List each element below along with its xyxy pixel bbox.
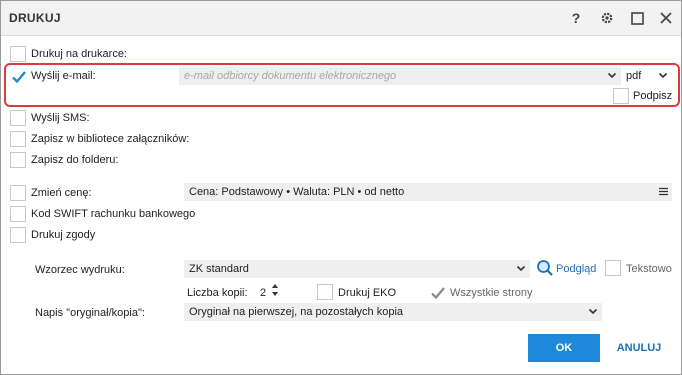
send-email-label: Wyślij e-mail: [31, 70, 96, 82]
print-dialog: DRUKUJ ? Drukuj na drukarce: Wyślij e-ma… [0, 0, 682, 375]
sign-label: Podpisz [633, 90, 673, 102]
send-sms-label: Wyślij SMS: [31, 112, 90, 124]
save-attachments-label: Zapisz w bibliotece załączników: [31, 133, 190, 145]
change-price-label: Zmień cenę: [31, 187, 92, 199]
print-consents-label: Drukuj zgody [31, 229, 96, 241]
chevron-down-icon [516, 265, 526, 272]
settings-button[interactable] [597, 8, 617, 28]
template-select[interactable]: ZK standard [184, 260, 530, 278]
change-price-checkbox[interactable] [10, 185, 26, 201]
caption-label: Napis "oryginał/kopia": [35, 307, 145, 319]
menu-icon [659, 187, 668, 196]
caption-select[interactable]: Oryginał na pierwszej, na pozostałych ko… [184, 303, 602, 321]
price-settings-field[interactable]: Cena: Podstawowy • Waluta: PLN • od nett… [184, 183, 672, 201]
maximize-icon [630, 11, 644, 25]
print-on-printer-label: Drukuj na drukarce: [31, 48, 127, 60]
chevron-down-icon [607, 72, 617, 79]
send-email-checkbox[interactable] [10, 68, 26, 84]
preview-icon[interactable] [536, 259, 554, 277]
swift-label: Kod SWIFT rachunku bankowego [31, 208, 196, 220]
price-settings-value: Cena: Podstawowy • Waluta: PLN • od nett… [189, 186, 405, 198]
caption-value: Oryginał na pierwszej, na pozostałych ko… [189, 306, 404, 318]
chevron-down-icon [588, 308, 598, 315]
checkmark-icon [12, 71, 26, 84]
save-folder-label: Zapisz do folderu: [31, 154, 119, 166]
email-placeholder: e-mail odbiorcy dokumentu elektroniczneg… [184, 70, 397, 82]
chevron-down-icon [658, 72, 668, 79]
print-on-printer-checkbox[interactable] [10, 46, 26, 62]
title-bar: DRUKUJ ? [1, 1, 681, 36]
format-value: pdf [626, 70, 642, 82]
checkmark-icon [431, 287, 445, 300]
print-consents-checkbox[interactable] [10, 227, 26, 243]
format-select[interactable]: pdf [621, 67, 672, 85]
template-label: Wzorzec wydruku: [35, 264, 125, 276]
all-pages-checkbox[interactable] [429, 284, 445, 300]
swift-checkbox[interactable] [10, 206, 26, 222]
all-pages-label: Wszystkie strony [450, 287, 533, 299]
help-icon: ? [571, 10, 581, 26]
sign-checkbox[interactable] [613, 88, 629, 104]
help-button[interactable]: ? [566, 8, 586, 28]
gear-icon [601, 12, 613, 24]
cancel-button[interactable]: ANULUJ [604, 334, 674, 362]
save-folder-checkbox[interactable] [10, 152, 26, 168]
maximize-button[interactable] [627, 8, 647, 28]
eco-print-checkbox[interactable] [317, 284, 333, 300]
dialog-title: DRUKUJ [9, 11, 61, 25]
text-mode-label: Tekstowo [626, 263, 672, 275]
copies-label: Liczba kopii: [187, 287, 248, 299]
preview-link[interactable]: Podgląd [556, 263, 596, 275]
eco-print-label: Drukuj EKO [338, 287, 397, 299]
close-icon [660, 12, 672, 24]
ok-button[interactable]: OK [528, 334, 600, 362]
close-button[interactable] [656, 8, 676, 28]
template-value: ZK standard [189, 263, 249, 275]
save-attachments-checkbox[interactable] [10, 131, 26, 147]
copies-stepper-icon[interactable] [270, 281, 280, 299]
email-recipient-input[interactable]: e-mail odbiorcy dokumentu elektroniczneg… [179, 67, 621, 85]
text-mode-checkbox[interactable] [605, 260, 621, 276]
send-sms-checkbox[interactable] [10, 110, 26, 126]
copies-value[interactable]: 2 [260, 287, 266, 299]
